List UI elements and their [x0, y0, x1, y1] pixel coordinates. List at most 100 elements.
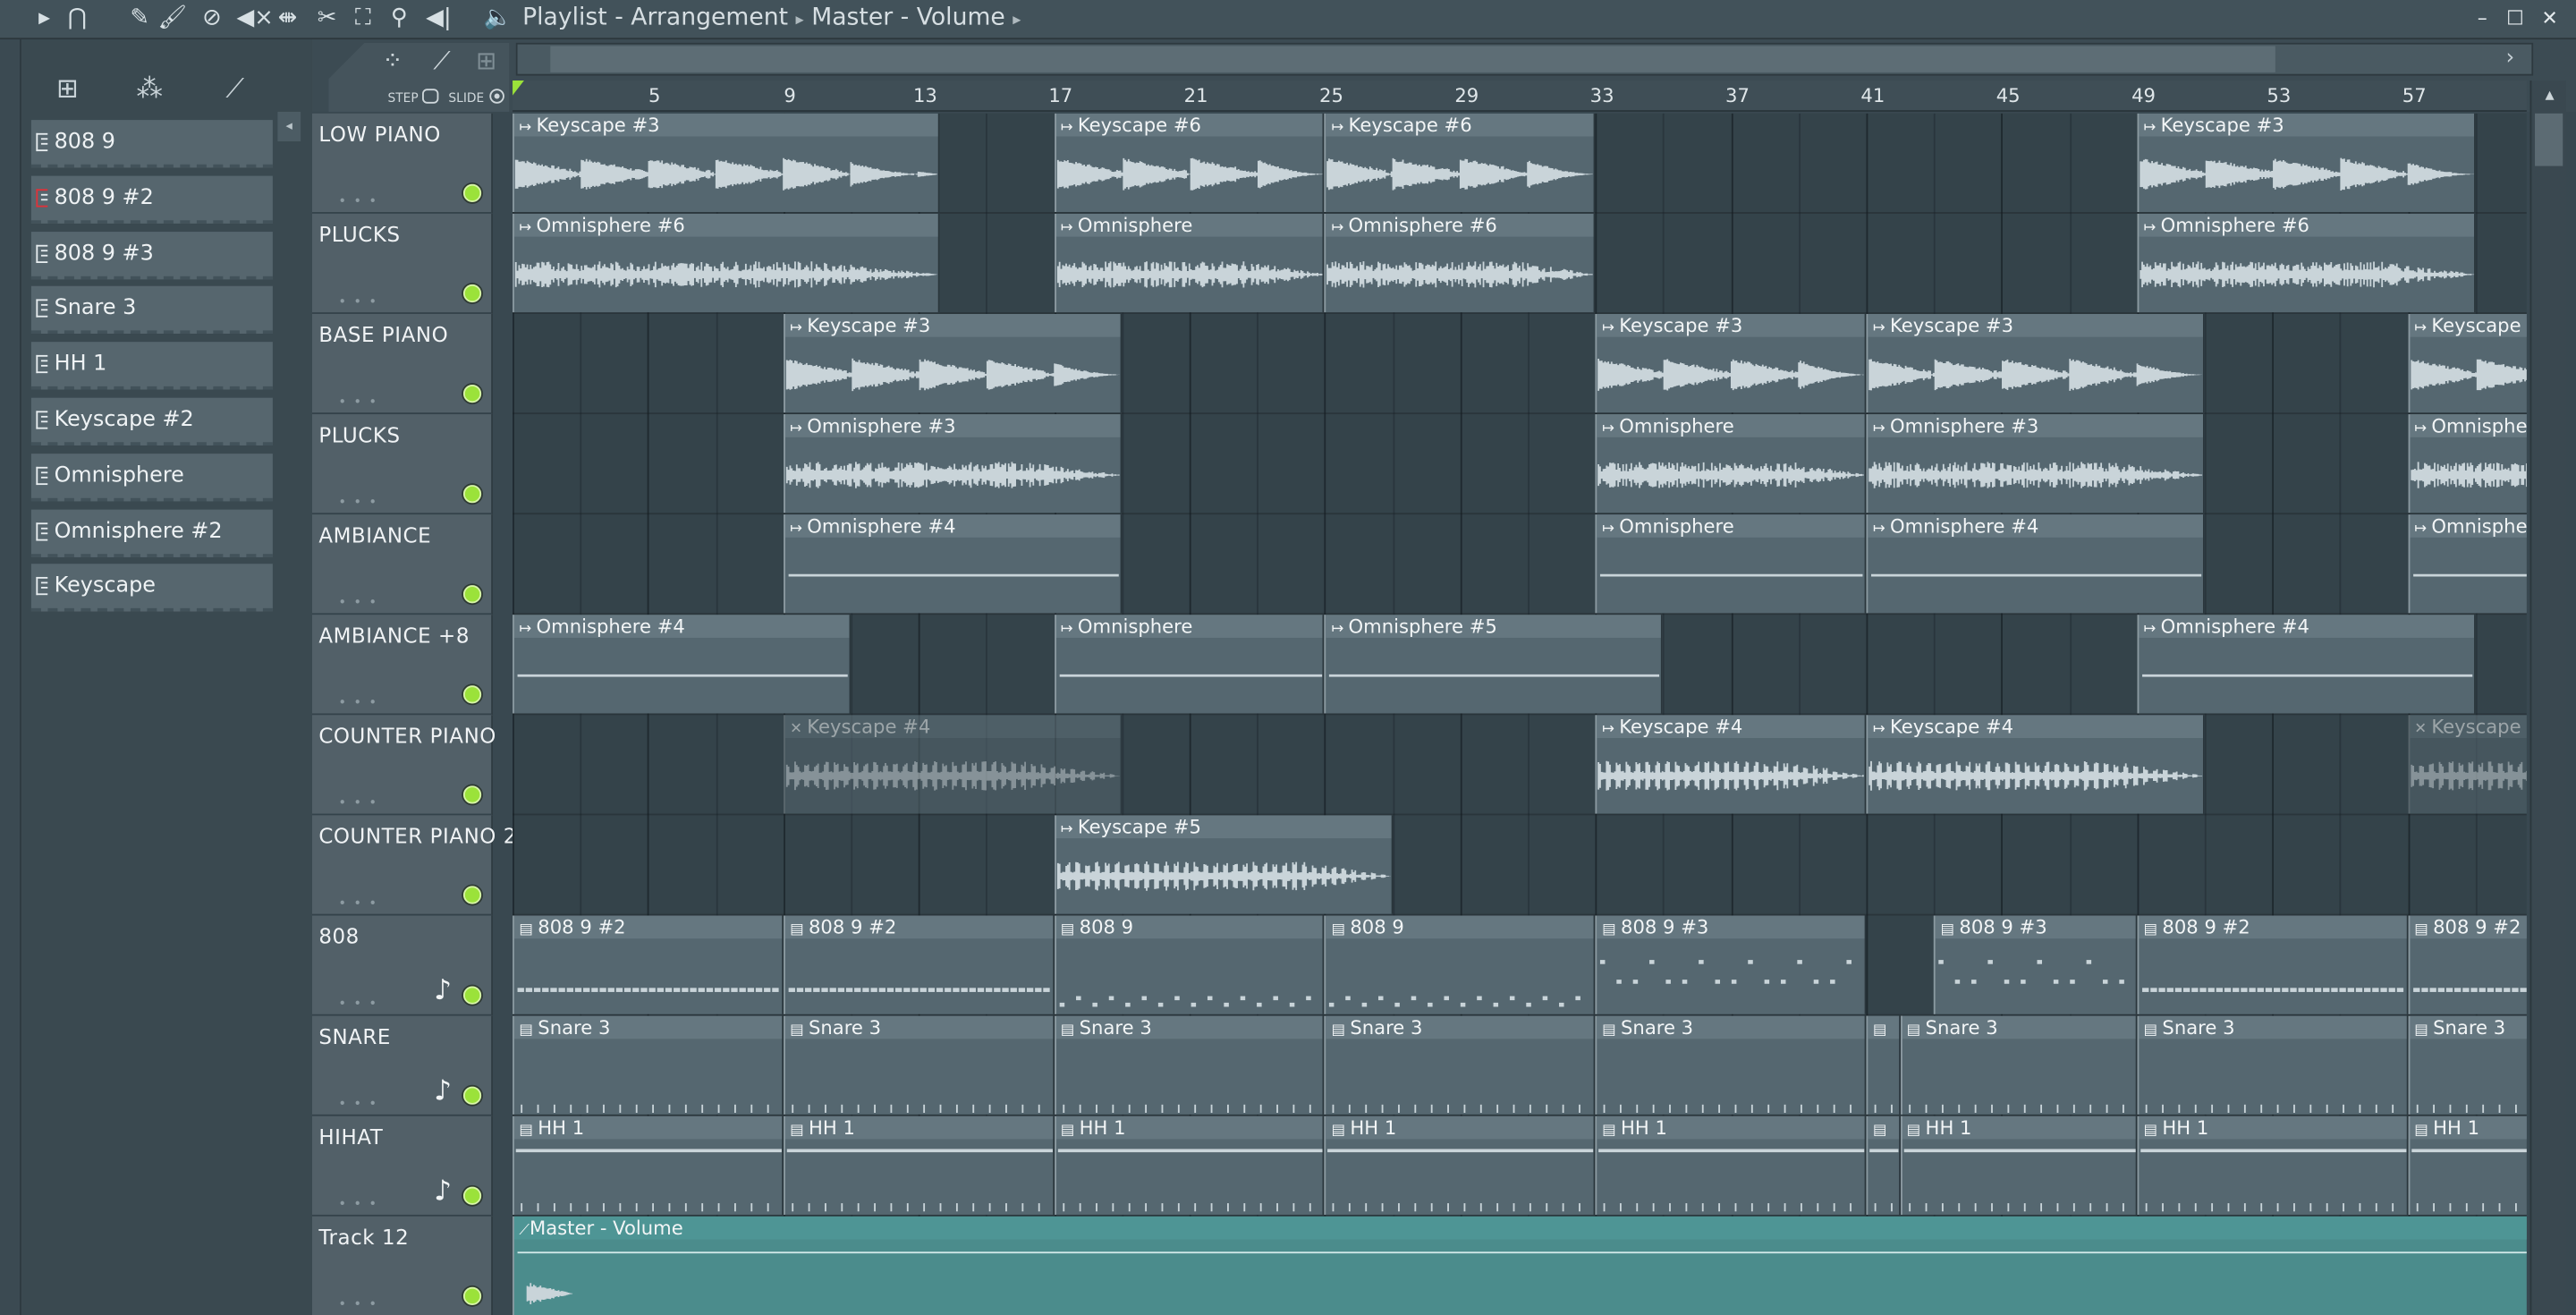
playlist-clip[interactable]: ↦ Omnisphere #6 [2137, 213, 2476, 313]
playlist-clip[interactable]: ✕ Keyscape #4 [2407, 715, 2527, 814]
clip-header[interactable]: ↦ Keyscape #5 [1055, 815, 1391, 839]
clip-header[interactable]: ↦ Keyscape #3 [1868, 313, 2204, 337]
playlist-clip[interactable]: ▤ [1866, 1015, 1901, 1115]
track-header[interactable]: AMBIANCE • • • [311, 514, 494, 615]
track-mute-led[interactable] [462, 585, 482, 604]
mute-icon[interactable]: ◀× [236, 4, 273, 33]
track-mute-led[interactable] [462, 284, 482, 303]
clip-header[interactable]: ▤ HH 1 [513, 1116, 782, 1140]
playlist-clip[interactable]: ↦ Omnisphere [1054, 615, 1326, 714]
playlist-clip[interactable]: ▤ 808 9 #2 [783, 915, 1055, 1014]
clip-header[interactable]: ↦ Keyscape #3 [2409, 313, 2527, 337]
automation-icon[interactable]: ⟋ [212, 72, 258, 106]
clip-header[interactable]: ↦ Omnisphere #6 [513, 213, 937, 237]
clip-header[interactable]: ✕ Keyscape #4 [784, 715, 1121, 739]
clip-header[interactable]: ▤ 808 9 #2 [2139, 915, 2407, 939]
clip-header[interactable]: ▤ 808 9 [1055, 915, 1324, 939]
clip-header[interactable]: ↦ Omnisphere #3 [2409, 414, 2527, 437]
track-name[interactable]: 808 [318, 924, 359, 949]
playlist-clip[interactable]: ↦ Omnisphere #3 [2407, 414, 2527, 513]
clip-header[interactable]: ↦ Keyscape #3 [1597, 313, 1865, 337]
track-options-dots[interactable]: • • • [338, 1297, 378, 1312]
piano-roll-icon[interactable]: ⊞ [468, 46, 504, 79]
clip-header[interactable]: ↦ Keyscape #3 [2139, 113, 2474, 137]
playlist-clip[interactable]: ↦ Omnisphere #5 [1325, 615, 1664, 714]
clip-header[interactable]: ✕ Keyscape #4 [2409, 715, 2527, 739]
track-header[interactable]: LOW PIANO • • • [311, 113, 494, 214]
clip-header[interactable]: ↦ Keyscape #4 [1868, 715, 2204, 739]
playlist-clip[interactable]: ▤ HH 1 [1325, 1116, 1596, 1215]
playlist-clip[interactable]: ↦ Keyscape #6 [1325, 113, 1596, 213]
slice-icon[interactable]: ✂ [312, 4, 342, 33]
clip-header[interactable]: ↦ Keyscape #3 [784, 313, 1121, 337]
playlist-clip[interactable]: ↦ Keyscape #3 [2407, 313, 2527, 413]
playlist-clip[interactable]: ↦ Keyscape #5 [1054, 815, 1393, 914]
clip-header[interactable]: ▤ Snare 3 [2139, 1015, 2407, 1039]
clip-header[interactable]: ↦ Omnisphere #4 [1868, 514, 2204, 538]
playlist-clip[interactable]: ▤ Snare 3 [1900, 1015, 2138, 1115]
track-options-dots[interactable]: • • • [338, 795, 378, 810]
slip-icon[interactable]: ⇼ [273, 4, 302, 33]
browser-clip-item[interactable]: 808 9 #2 [30, 175, 273, 224]
select-icon[interactable]: ⛶ [348, 4, 377, 33]
playlist-clip[interactable]: ↦ Omnisphere [1595, 514, 1867, 614]
clip-header[interactable]: ⟋Master - Volume [513, 1216, 2527, 1240]
playlist-clip[interactable]: ↦ Omnisphere #3 [1866, 414, 2205, 513]
playlist-clip[interactable]: ↦ Omnisphere #6 [1325, 213, 1596, 313]
playlist-clip[interactable]: ▤ 808 9 #3 [1934, 915, 2138, 1014]
clip-header[interactable]: ▤ 808 9 #2 [513, 915, 782, 939]
subtitle-text[interactable]: Master - Volume [811, 5, 1005, 31]
clip-header[interactable]: ↦ Keyscape #3 [513, 113, 937, 137]
track-mute-led[interactable] [462, 1286, 482, 1305]
playlist-clip[interactable]: ↦ Keyscape #3 [2137, 113, 2476, 213]
speaker-icon[interactable]: 🔈 [483, 4, 513, 33]
browser-clip-item[interactable]: Omnisphere #2 [30, 508, 273, 557]
track-options-dots[interactable]: • • • [338, 1097, 378, 1112]
automation-clip[interactable]: ⟋Master - Volume [513, 1216, 2527, 1315]
track-mute-led[interactable] [462, 183, 482, 203]
grid-snap-icon[interactable]: ⁘ [375, 46, 411, 79]
track-header[interactable]: Track 12 • • • [311, 1216, 494, 1315]
track-options-dots[interactable]: • • • [338, 595, 378, 610]
playlist-clip[interactable]: ▤ Snare 3 [513, 1015, 784, 1115]
playlist-clip[interactable]: ▤ HH 1 [783, 1116, 1055, 1215]
track-lane[interactable] [513, 815, 2527, 916]
delete-icon[interactable]: ⊘ [197, 4, 226, 33]
track-options-dots[interactable]: • • • [338, 997, 378, 1012]
clip-header[interactable]: ▤ HH 1 [1326, 1116, 1594, 1140]
playlist-clip[interactable]: ▤ Snare 3 [1595, 1015, 1867, 1115]
clip-header[interactable]: ↦ Omnisphere #3 [784, 414, 1121, 437]
clip-header[interactable]: ▤ Snare 3 [513, 1015, 782, 1039]
track-header[interactable]: COUNTER PIANO 2 • • • [311, 815, 516, 916]
playlist-clip[interactable]: ↦ Keyscape #3 [1866, 313, 2205, 413]
playlist-clip[interactable]: ↦ Omnisphere #4 [1866, 514, 2205, 614]
playhead-marker-icon[interactable] [513, 81, 524, 96]
playlist-clip[interactable]: ▤ 808 9 #2 [2137, 915, 2408, 1014]
track-name[interactable]: Track 12 [318, 1225, 409, 1250]
playlist-clip[interactable]: ▤ HH 1 [1900, 1116, 2138, 1215]
track-mute-led[interactable] [462, 1086, 482, 1105]
track-mute-led[interactable] [462, 886, 482, 904]
clip-header[interactable]: ▤ HH 1 [1597, 1116, 1865, 1140]
track-header[interactable]: COUNTER PIANO • • • [311, 715, 496, 816]
track-name[interactable]: PLUCKS [318, 222, 400, 247]
track-header[interactable]: BASE PIANO • • • [311, 313, 494, 415]
track-options-dots[interactable]: • • • [338, 294, 378, 310]
clip-header[interactable]: ▤ HH 1 [2409, 1116, 2527, 1140]
track-name[interactable]: COUNTER PIANO [318, 724, 496, 749]
playlist-clip[interactable]: ▤ Snare 3 [2137, 1015, 2408, 1115]
track-name[interactable]: SNARE [318, 1024, 391, 1049]
clip-header[interactable]: ▤ 808 9 #3 [1597, 915, 1865, 939]
browser-clip-item[interactable]: Omnisphere [30, 453, 273, 502]
timeline-ruler[interactable]: 5913172125293337414549535761656973778185… [513, 81, 2562, 112]
clip-header[interactable]: ↦ Keyscape #6 [1326, 113, 1594, 137]
clip-header[interactable]: ↦ Omnisphere [1597, 514, 1865, 538]
playlist-clip[interactable]: ↦ Omnisphere [1595, 414, 1867, 513]
playlist-clip[interactable]: ↦ Keyscape #6 [1054, 113, 1326, 213]
browser-clip-item[interactable]: Snare 3 [30, 286, 273, 335]
playlist-clip[interactable]: ↦ Keyscape #3 [783, 313, 1123, 413]
track-name[interactable]: BASE PIANO [318, 322, 448, 347]
vertical-scrollbar[interactable]: ▴ [2529, 81, 2566, 1315]
zoom-icon[interactable]: ⚲ [385, 4, 414, 33]
clip-header[interactable]: ▤ Snare 3 [2409, 1015, 2527, 1039]
